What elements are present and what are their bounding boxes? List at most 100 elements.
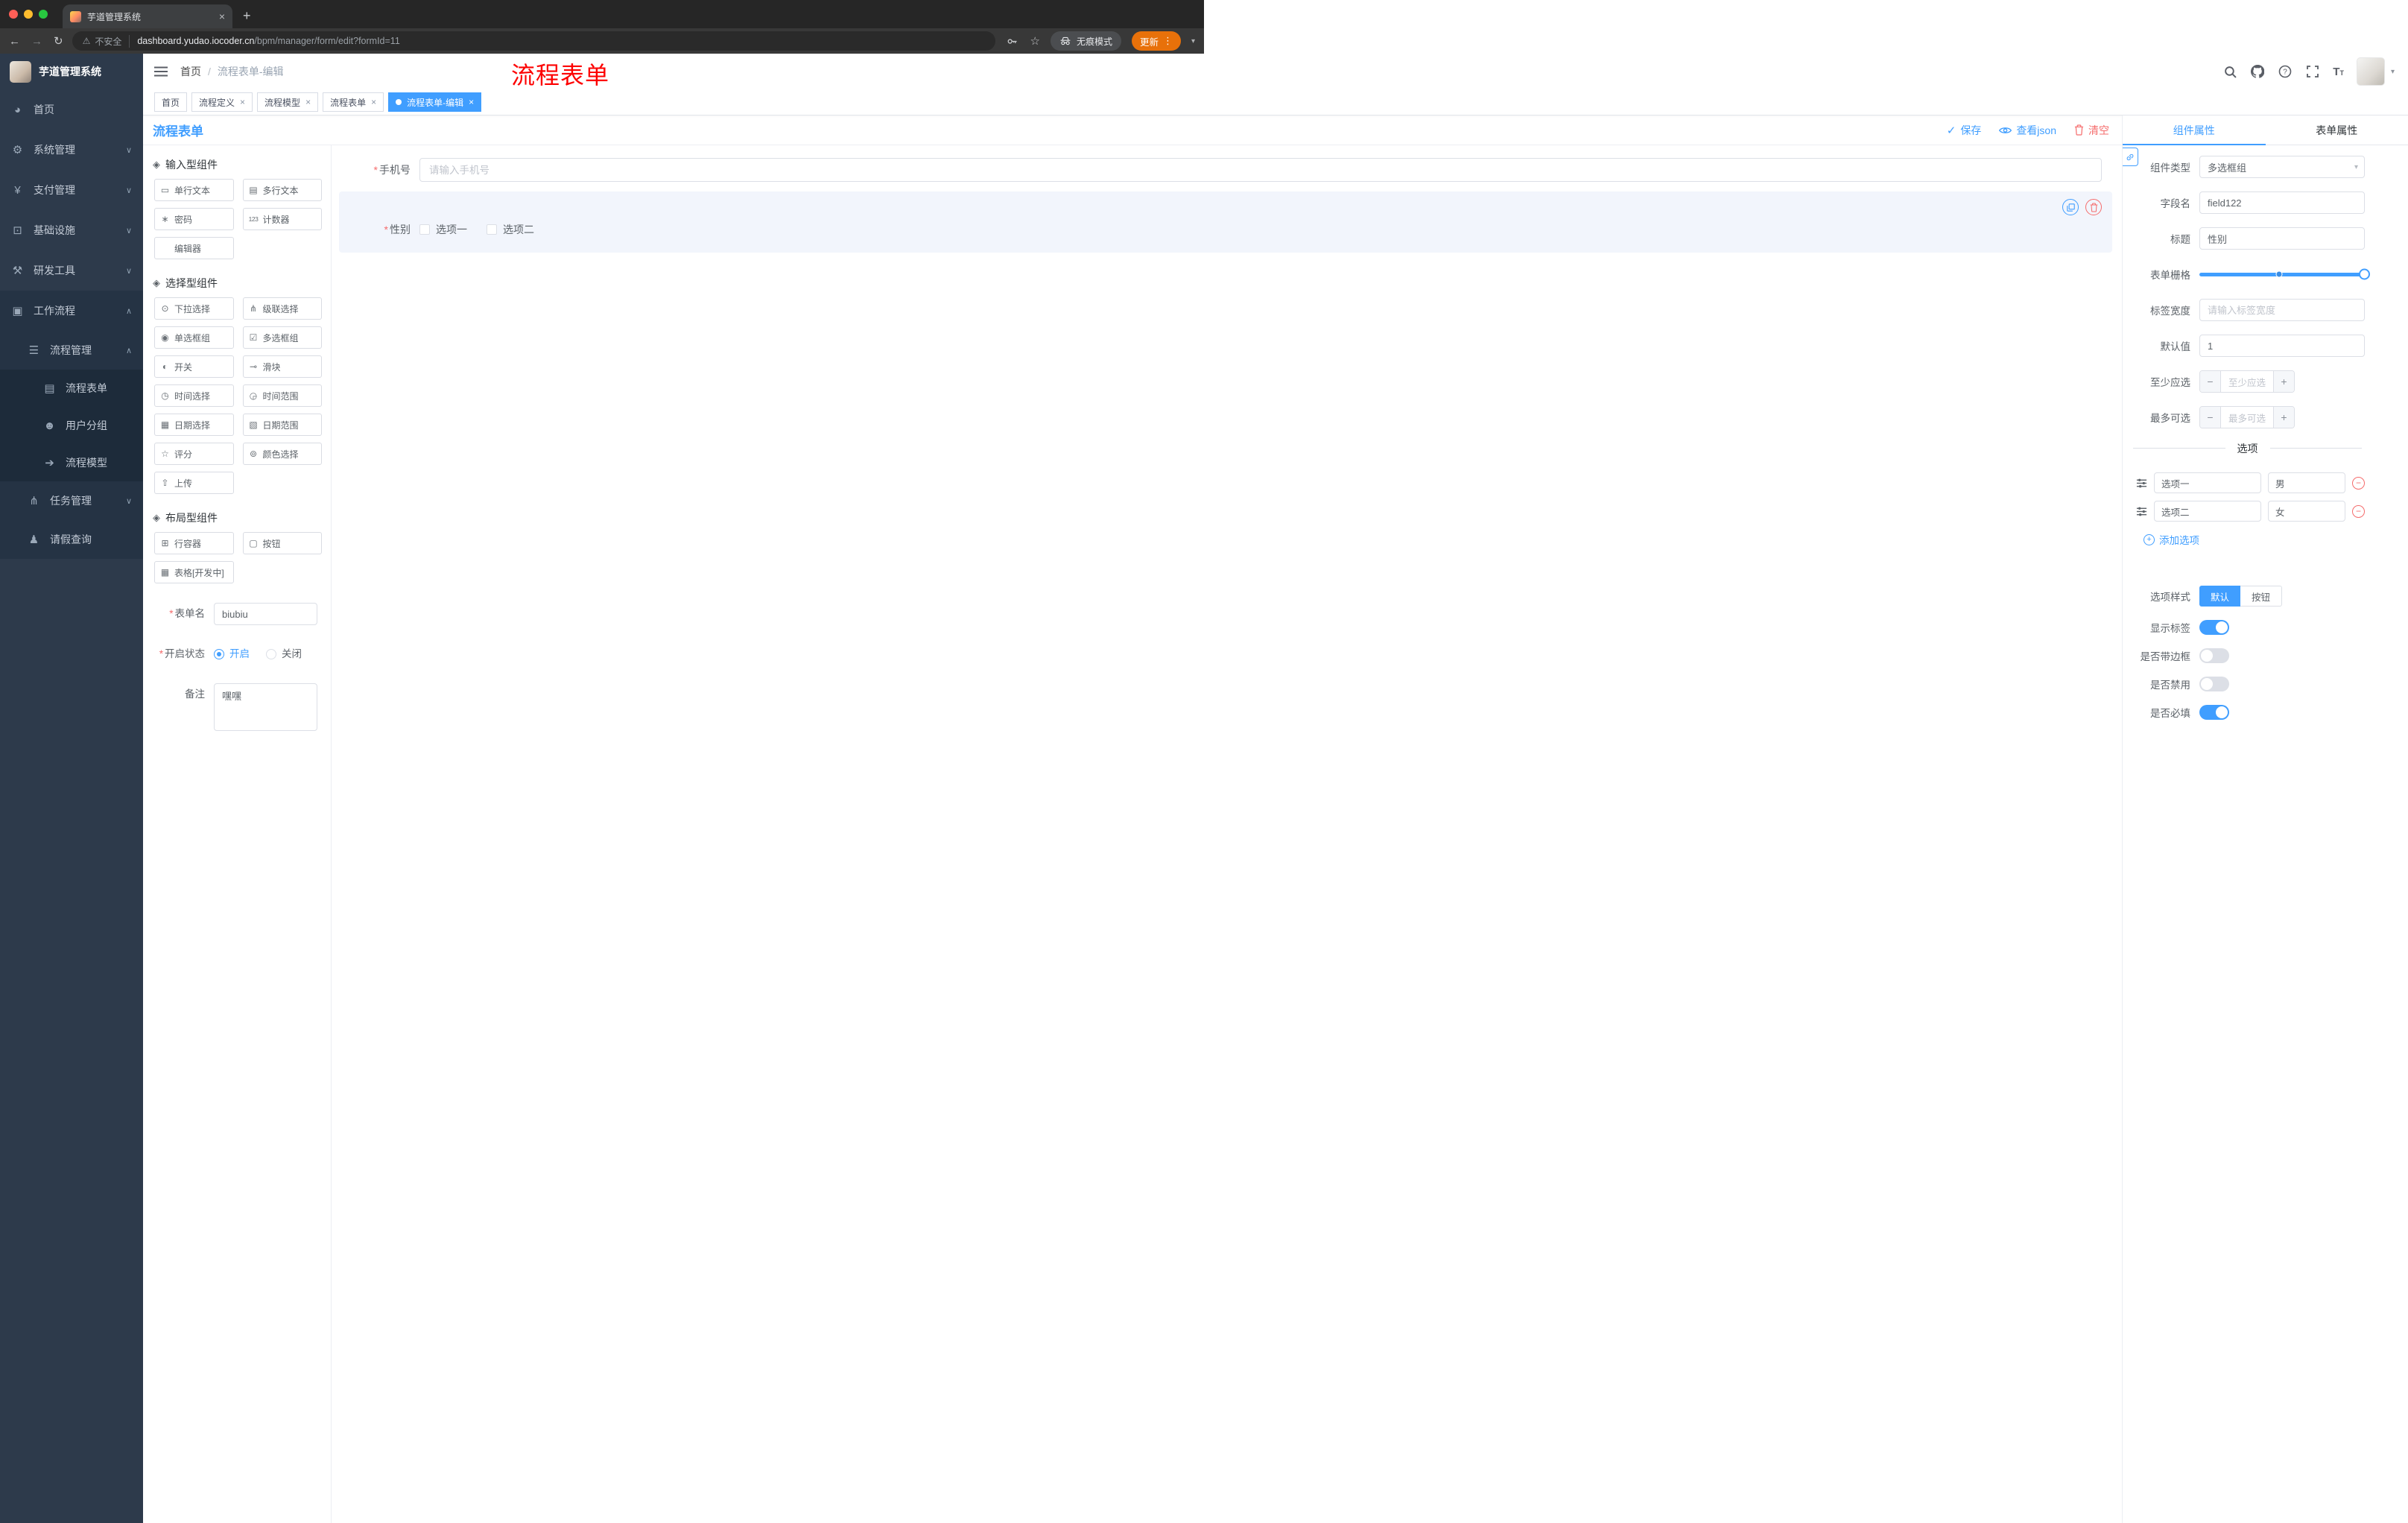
tag-process-form[interactable]: 流程表单 × <box>323 92 384 112</box>
drag-handle-icon[interactable] <box>2136 506 2147 517</box>
tag-close-icon[interactable]: × <box>305 98 311 107</box>
sidebar-item-user-group[interactable]: ☻ 用户分组 <box>0 407 143 444</box>
tag-process-definition[interactable]: 流程定义 × <box>191 92 253 112</box>
bookmark-star-icon[interactable]: ☆ <box>1030 34 1039 48</box>
window-minimize-button[interactable] <box>24 10 33 19</box>
selected-form-item[interactable]: * 性别 选项一 选项二 <box>339 191 2112 253</box>
slider-handle[interactable] <box>2359 268 2370 280</box>
comp-radio-group[interactable]: ◉ 单选框组 <box>154 326 234 349</box>
tag-close-icon[interactable]: × <box>371 98 376 107</box>
form-remark-textarea[interactable]: 嘿嘿 <box>214 683 317 731</box>
comp-slider[interactable]: ⊸ 滑块 <box>242 355 322 378</box>
required-toggle[interactable] <box>2199 705 2229 720</box>
browser-tab[interactable]: 芋道管理系统 × <box>63 4 232 28</box>
tag-process-form-edit[interactable]: 流程表单-编辑 × <box>388 92 482 112</box>
form-grid-slider[interactable] <box>2199 263 2370 285</box>
field-name-input[interactable] <box>2199 191 2365 214</box>
form-name-input[interactable] <box>214 603 317 625</box>
comp-select[interactable]: ⊙ 下拉选择 <box>154 297 234 320</box>
comp-single-line-text[interactable]: ▭ 单行文本 <box>154 179 234 201</box>
sidebar-item-leave-query[interactable]: ♟ 请假查询 <box>0 520 143 559</box>
radio-open[interactable]: 开启 <box>214 643 250 665</box>
comp-button[interactable]: ▢ 按钮 <box>242 532 322 554</box>
option-label-input[interactable] <box>2154 501 2261 522</box>
drag-handle-icon[interactable] <box>2136 478 2147 489</box>
show-label-toggle[interactable] <box>2199 620 2229 635</box>
title-input[interactable] <box>2199 227 2365 250</box>
clear-button[interactable]: 清空 <box>2074 123 2109 138</box>
default-value-input[interactable] <box>2199 335 2365 357</box>
option-value-input[interactable] <box>2268 501 2345 522</box>
chevron-down-icon[interactable]: ▾ <box>1191 37 1195 45</box>
data-bind-link-button[interactable] <box>2123 148 2138 166</box>
comp-time-picker[interactable]: ◷ 时间选择 <box>154 384 234 407</box>
sidebar-item-workflow[interactable]: ▣ 工作流程 ∧ <box>0 291 143 331</box>
comp-switch[interactable]: ◐ 开关 <box>154 355 234 378</box>
phone-form-item[interactable]: * 手机号 <box>339 154 2112 186</box>
component-type-select[interactable]: 多选框组 ▾ <box>2199 156 2365 178</box>
comp-counter[interactable]: 123 计数器 <box>242 208 322 230</box>
github-icon[interactable] <box>2250 64 2265 79</box>
window-zoom-button[interactable] <box>39 10 48 19</box>
comp-editor[interactable]: 编辑器 <box>154 237 234 259</box>
sidebar-item-payment[interactable]: ¥ 支付管理 ∨ <box>0 170 143 210</box>
segment-default[interactable]: 默认 <box>2199 586 2241 607</box>
fullscreen-icon[interactable] <box>2305 64 2320 79</box>
tab-component-props[interactable]: 组件属性 <box>2123 115 2266 145</box>
sidebar-item-system[interactable]: ⚙ 系统管理 ∨ <box>0 130 143 170</box>
font-size-icon[interactable]: TT <box>2333 66 2344 78</box>
comp-table[interactable]: ▦ 表格[开发中] <box>154 561 234 583</box>
window-close-button[interactable] <box>9 10 18 19</box>
comp-date-picker[interactable]: ▦ 日期选择 <box>154 414 234 436</box>
incognito-badge[interactable]: 无痕模式 <box>1050 31 1121 51</box>
comp-password[interactable]: ∗ 密码 <box>154 208 234 230</box>
label-width-input[interactable] <box>2199 299 2365 321</box>
option-label-input[interactable] <box>2154 472 2261 493</box>
minus-button[interactable]: − <box>2200 407 2221 428</box>
save-button[interactable]: ✓ 保存 <box>1947 123 1982 138</box>
reload-button[interactable]: ↻ <box>54 34 63 48</box>
plus-button[interactable]: + <box>2273 407 2294 428</box>
tag-process-model[interactable]: 流程模型 × <box>257 92 319 112</box>
comp-row-container[interactable]: ⊞ 行容器 <box>154 532 234 554</box>
add-option-button[interactable]: + 添加选项 <box>2130 532 2365 547</box>
sidebar-item-process-model[interactable]: ➔ 流程模型 <box>0 444 143 481</box>
browser-menu-icon[interactable]: ⋮ <box>1163 35 1173 47</box>
tag-close-icon[interactable]: × <box>240 98 245 107</box>
help-icon[interactable]: ? <box>2278 64 2293 79</box>
stepper-placeholder[interactable]: 最多可选 <box>2221 407 2273 428</box>
disabled-toggle[interactable] <box>2199 677 2229 691</box>
border-toggle[interactable] <box>2199 648 2229 663</box>
hamburger-icon[interactable] <box>154 66 168 77</box>
tab-form-props[interactable]: 表单属性 <box>2266 115 2408 145</box>
phone-input[interactable] <box>419 158 2102 182</box>
avatar[interactable] <box>2356 57 2385 86</box>
comp-upload[interactable]: ⇧ 上传 <box>154 472 234 494</box>
sidebar-logo[interactable]: 芋道管理系统 <box>0 54 143 89</box>
radio-closed[interactable]: 关闭 <box>266 643 302 665</box>
update-button[interactable]: 更新 ⋮ <box>1131 31 1181 51</box>
comp-multi-line-text[interactable]: ▤ 多行文本 <box>242 179 322 201</box>
address-bar[interactable]: ⚠ 不安全 dashboard.yudao.iocoder.cn/bpm/man… <box>72 31 996 51</box>
checkbox-option-1[interactable]: 选项一 <box>419 222 467 237</box>
back-button[interactable]: ← <box>9 35 20 48</box>
tag-home[interactable]: 首页 <box>154 92 188 112</box>
sidebar-item-devtools[interactable]: ⚒ 研发工具 ∨ <box>0 250 143 291</box>
remove-option-button[interactable]: − <box>2352 476 2365 490</box>
checkbox-option-2[interactable]: 选项二 <box>487 222 534 237</box>
plus-button[interactable]: + <box>2273 371 2294 392</box>
tab-close-icon[interactable]: × <box>219 11 225 22</box>
breadcrumb-home[interactable]: 首页 <box>180 64 201 79</box>
comp-rate[interactable]: ☆ 评分 <box>154 443 234 465</box>
view-json-button[interactable]: 查看json <box>1999 123 2056 138</box>
sidebar-item-task-management[interactable]: ⋔ 任务管理 ∨ <box>0 481 143 520</box>
comp-date-range[interactable]: ▧ 日期范围 <box>242 414 322 436</box>
delete-component-button[interactable] <box>2085 199 2102 215</box>
comp-time-range[interactable]: ◶ 时间范围 <box>242 384 322 407</box>
forward-button[interactable]: → <box>31 35 42 48</box>
tag-close-icon[interactable]: × <box>469 98 474 107</box>
comp-checkbox-group[interactable]: ☑ 多选框组 <box>242 326 322 349</box>
password-key-icon[interactable] <box>1004 34 1019 48</box>
option-value-input[interactable] <box>2268 472 2345 493</box>
segment-button[interactable]: 按钮 <box>2240 586 2283 607</box>
